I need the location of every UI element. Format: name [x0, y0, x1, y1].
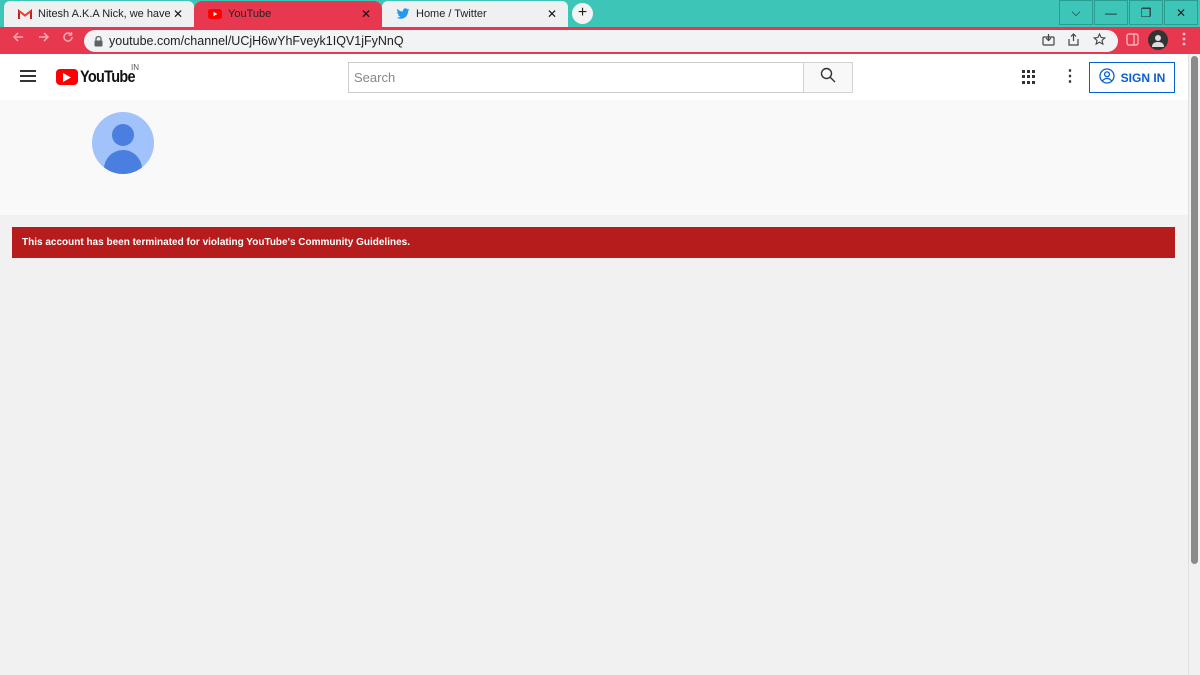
tab-label: Home / Twitter: [416, 8, 487, 20]
tab-label: Nitesh A.K.A Nick, we have remo: [38, 8, 170, 20]
back-arrow-icon[interactable]: [12, 31, 24, 46]
channel-header: [0, 100, 1188, 215]
close-window-button[interactable]: ✕: [1164, 0, 1198, 25]
restore-button[interactable]: ❐: [1129, 0, 1163, 25]
address-bar[interactable]: youtube.com/channel/UCjH6wYhFveyk1IQV1jF…: [84, 30, 1118, 52]
share-icon[interactable]: [1067, 33, 1080, 49]
bookmark-star-icon[interactable]: [1092, 32, 1107, 49]
sign-in-button[interactable]: SIGN IN: [1089, 62, 1175, 93]
twitter-icon: [396, 7, 410, 21]
termination-alert: This account has been terminated for vio…: [12, 227, 1175, 258]
sign-in-label: SIGN IN: [1120, 70, 1166, 85]
tab-search-chevron-icon[interactable]: ⌵: [1059, 0, 1093, 25]
close-tab-icon[interactable]: ✕: [358, 7, 374, 21]
youtube-wordmark: YouTube: [80, 67, 136, 86]
search-button[interactable]: [803, 62, 853, 93]
gmail-icon: [18, 7, 32, 21]
settings-more-icon[interactable]: ⋮: [1062, 66, 1078, 86]
youtube-masthead: YouTube IN Search ⋮ SIGN IN: [0, 54, 1188, 100]
browser-toolbar: youtube.com/channel/UCjH6wYhFveyk1IQV1jF…: [0, 27, 1200, 54]
termination-message: This account has been terminated for vio…: [22, 237, 410, 248]
search-input[interactable]: Search: [348, 62, 804, 93]
scrollbar-thumb[interactable]: [1191, 56, 1198, 564]
browser-menu-icon[interactable]: [1182, 32, 1186, 51]
browser-tab-strip: Nitesh A.K.A Nick, we have remo ✕ YouTub…: [0, 0, 1200, 27]
profile-avatar[interactable]: [1148, 30, 1168, 50]
forward-arrow-icon[interactable]: [38, 31, 50, 46]
address-url[interactable]: youtube.com/channel/UCjH6wYhFveyk1IQV1jF…: [109, 34, 404, 48]
country-code: IN: [131, 63, 139, 72]
side-panel-icon[interactable]: [1126, 33, 1139, 51]
tab-twitter[interactable]: Home / Twitter ✕: [382, 1, 568, 27]
close-tab-icon[interactable]: ✕: [170, 7, 186, 21]
youtube-logo[interactable]: YouTube IN: [56, 63, 145, 87]
minimize-button[interactable]: —: [1094, 0, 1128, 25]
guide-menu-icon[interactable]: [20, 70, 36, 82]
account-circle-icon: [1099, 68, 1115, 87]
youtube-apps-icon[interactable]: [1022, 70, 1036, 84]
search-icon: [820, 67, 836, 88]
tab-gmail[interactable]: Nitesh A.K.A Nick, we have remo ✕: [4, 1, 194, 27]
new-tab-button[interactable]: +: [572, 3, 593, 24]
tab-youtube[interactable]: YouTube ✕: [194, 1, 382, 27]
close-tab-icon[interactable]: ✕: [544, 7, 560, 21]
lock-icon[interactable]: [94, 35, 103, 47]
tab-label: YouTube: [228, 8, 272, 20]
channel-avatar: [92, 112, 154, 174]
reload-icon[interactable]: [62, 31, 74, 46]
youtube-icon: [208, 7, 222, 21]
page-scrollbar[interactable]: [1188, 54, 1200, 675]
youtube-play-icon: [56, 69, 78, 85]
install-app-icon[interactable]: [1042, 33, 1055, 49]
